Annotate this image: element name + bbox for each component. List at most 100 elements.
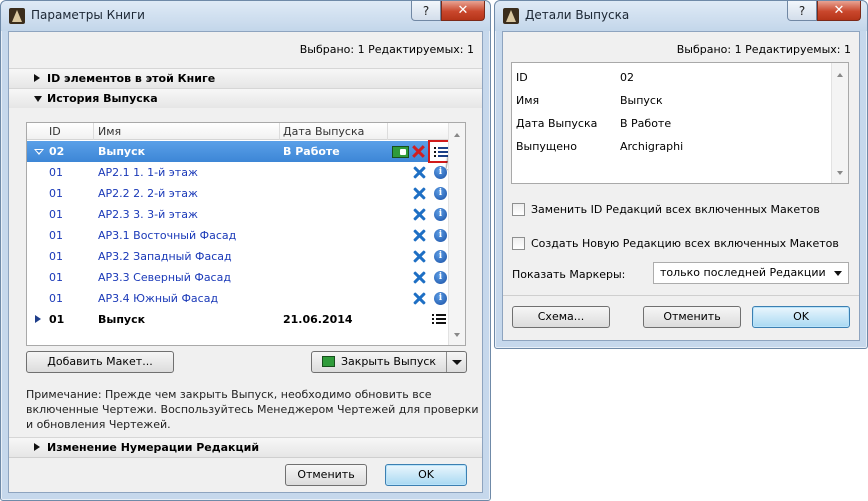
ok-button[interactable]: OK <box>385 464 467 486</box>
info-icon[interactable]: i <box>434 292 447 305</box>
row-id: 01 <box>49 313 65 326</box>
collapsed-arrow-icon[interactable] <box>35 315 41 323</box>
section-ids[interactable]: ID элементов в этой Книге <box>9 68 482 88</box>
prop-value: В Работе <box>620 117 672 130</box>
row-id: 01 <box>49 292 63 305</box>
replace-id-checkbox[interactable] <box>512 203 525 216</box>
table-row-release-01[interactable]: 01 Выпуск 21.06.2014 <box>27 309 448 330</box>
replace-id-label: Заменить ID Редакций всех включенных Мак… <box>531 203 820 216</box>
properties-scrollbar[interactable] <box>831 63 848 183</box>
prop-key: Выпущено <box>516 140 577 153</box>
book-settings-window: Параметры Книги ? ✕ Выбрано: 1 Редактиру… <box>0 0 491 501</box>
markers-label: Показать Маркеры: <box>512 268 626 281</box>
row-name: АР2.1 1. 1-й этаж <box>98 166 198 179</box>
row-id: 01 <box>49 271 63 284</box>
remove-icon[interactable] <box>412 165 427 180</box>
close-release-label: Закрыть Выпуск <box>340 355 437 368</box>
scroll-down-icon[interactable] <box>837 171 843 175</box>
table-row[interactable]: 01 АР3.1 Восточный Фасад i <box>27 225 448 246</box>
dropdown-icon[interactable] <box>446 352 466 372</box>
remove-icon[interactable] <box>412 186 427 201</box>
row-id: 01 <box>49 208 63 221</box>
help-button[interactable]: ? <box>411 1 441 21</box>
close-button[interactable]: ✕ <box>817 1 861 21</box>
row-id: 01 <box>49 229 63 242</box>
list-icon[interactable] <box>432 313 446 325</box>
table-row[interactable]: 01 АР3.4 Южный Фасад i <box>27 288 448 309</box>
table-row[interactable]: 01 АР3.3 Северный Фасад i <box>27 267 448 288</box>
expanded-arrow-icon <box>34 96 42 102</box>
column-name[interactable]: Имя <box>98 125 121 138</box>
schema-button[interactable]: Схема... <box>512 306 610 328</box>
section-renumber-label: Изменение Нумерации Редакций <box>47 441 260 454</box>
remove-icon[interactable] <box>412 270 427 285</box>
row-name: АР2.2 2. 2-й этаж <box>98 187 198 200</box>
prop-key: Имя <box>516 94 540 107</box>
row-name: АР3.1 Восточный Фасад <box>98 229 237 242</box>
remove-icon[interactable] <box>412 228 427 243</box>
archicad-app-icon <box>9 8 25 24</box>
table-row[interactable]: 01 АР2.3 3. 3-й этаж i <box>27 204 448 225</box>
title-bar[interactable]: Детали Выпуска ? ✕ <box>495 1 867 31</box>
help-button[interactable]: ? <box>787 1 817 21</box>
add-layout-button[interactable]: Добавить Макет... <box>26 351 174 373</box>
scroll-down-icon[interactable] <box>454 333 460 337</box>
footer-divider <box>503 295 859 296</box>
table-row[interactable]: 01 АР2.2 2. 2-й этаж i <box>27 183 448 204</box>
remove-icon[interactable] <box>412 249 427 264</box>
selection-status: Выбрано: 1 Редактируемых: 1 <box>299 43 474 56</box>
help-icon: ? <box>798 3 806 18</box>
prop-value: Archigraphi <box>620 140 684 153</box>
remove-icon[interactable] <box>412 207 427 222</box>
remove-icon[interactable] <box>412 291 427 306</box>
close-release-button[interactable]: Закрыть Выпуск <box>311 351 467 373</box>
selection-status: Выбрано: 1 Редактируемых: 1 <box>676 43 851 56</box>
info-icon[interactable]: i <box>434 166 447 179</box>
column-id[interactable]: ID <box>49 125 61 138</box>
table-row[interactable]: 01 АР3.2 Западный Фасад i <box>27 246 448 267</box>
section-renumber[interactable]: Изменение Нумерации Редакций <box>9 437 482 457</box>
close-button[interactable]: ✕ <box>441 1 485 21</box>
row-id: 01 <box>49 187 63 200</box>
ok-button[interactable]: OK <box>752 306 850 328</box>
window-title: Детали Выпуска <box>525 8 630 22</box>
help-icon: ? <box>422 3 430 18</box>
info-icon[interactable]: i <box>434 250 447 263</box>
table-scrollbar[interactable] <box>448 123 465 345</box>
release-properties-list: ID 02 Имя Выпуск Дата Выпуска В Работе В… <box>511 62 849 184</box>
section-ids-label: ID элементов в этой Книге <box>47 72 216 85</box>
scroll-up-icon[interactable] <box>837 73 843 77</box>
table-row[interactable]: 01 АР2.1 1. 1-й этаж i <box>27 162 448 183</box>
markers-select-value: только последней Редакции <box>660 266 826 279</box>
close-icon: ✕ <box>833 3 845 18</box>
archicad-app-icon <box>503 8 519 24</box>
release-details-client: Выбрано: 1 Редактируемых: 1 ID 02 Имя Вы… <box>502 31 860 341</box>
window-title: Параметры Книги <box>31 8 145 22</box>
markers-select[interactable]: только последней Редакции <box>653 262 849 284</box>
delete-icon[interactable] <box>411 144 426 159</box>
column-date[interactable]: Дата Выпуска <box>283 125 364 138</box>
row-name: АР3.4 Южный Фасад <box>98 292 219 305</box>
row-id: 02 <box>49 145 65 158</box>
row-date: 21.06.2014 <box>283 313 353 326</box>
row-id: 01 <box>49 166 63 179</box>
prop-value: 02 <box>620 71 634 84</box>
expanded-arrow-icon[interactable] <box>34 149 44 155</box>
info-icon[interactable]: i <box>434 229 447 242</box>
info-icon[interactable]: i <box>434 208 447 221</box>
release-status-icon <box>392 146 409 158</box>
info-icon[interactable]: i <box>434 271 447 284</box>
release-details-window: Детали Выпуска ? ✕ Выбрано: 1 Редактируе… <box>494 0 868 349</box>
close-icon: ✕ <box>457 3 469 18</box>
title-bar[interactable]: Параметры Книги ? ✕ <box>1 1 490 31</box>
create-revision-label: Создать Новую Редакцию всех включенных М… <box>531 237 839 250</box>
table-row-release-02[interactable]: 02 Выпуск В Работе <box>27 140 457 170</box>
info-icon[interactable]: i <box>434 187 447 200</box>
create-revision-checkbox[interactable] <box>512 237 525 250</box>
section-history[interactable]: История Выпуска <box>9 88 482 108</box>
cancel-button[interactable]: Отменить <box>285 464 367 486</box>
cancel-button[interactable]: Отменить <box>643 306 741 328</box>
section-history-label: История Выпуска <box>47 92 158 105</box>
prop-key: Дата Выпуска <box>516 117 598 130</box>
scroll-up-icon[interactable] <box>454 133 460 137</box>
